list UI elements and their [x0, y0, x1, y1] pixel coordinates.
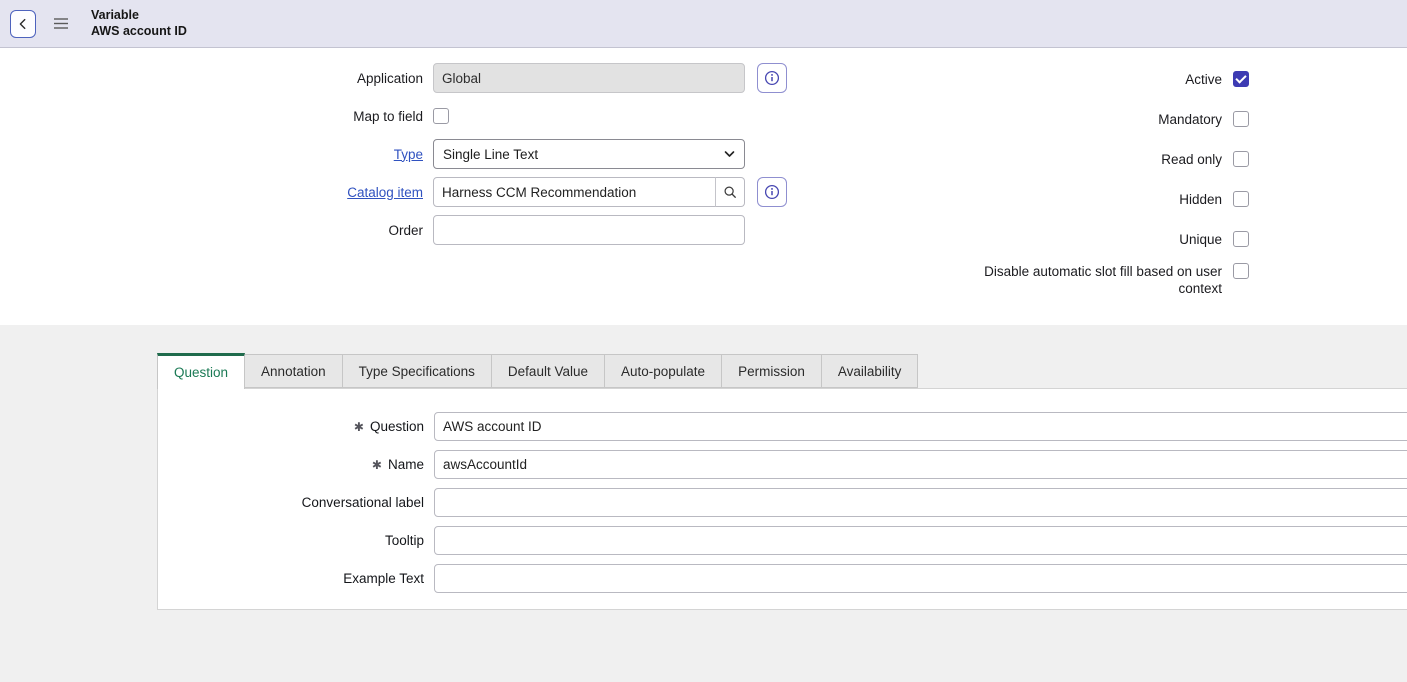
tab-annotation[interactable]: Annotation	[244, 354, 343, 388]
disable-slot-fill-label: Disable automatic slot fill based on use…	[970, 263, 1222, 297]
order-label: Order	[0, 223, 433, 238]
variable-form: Application Map to field Type Single Lin…	[0, 48, 1407, 325]
type-label: Type	[0, 147, 433, 162]
read-only-checkbox[interactable]	[1233, 151, 1249, 167]
tooltip-label: ✱ Tooltip	[158, 533, 434, 548]
question-input[interactable]	[434, 412, 1407, 441]
hidden-checkbox[interactable]	[1233, 191, 1249, 207]
hamburger-menu-icon[interactable]	[53, 17, 69, 30]
name-input[interactable]	[434, 450, 1407, 479]
chevron-down-icon	[724, 150, 735, 158]
active-row: Active	[970, 59, 1249, 99]
mandatory-label: Mandatory	[970, 111, 1222, 128]
mandatory-checkbox[interactable]	[1233, 111, 1249, 127]
info-icon	[764, 70, 780, 86]
header-bar: Variable AWS account ID	[0, 0, 1407, 48]
application-row: Application	[0, 63, 800, 93]
tab-availability[interactable]: Availability	[821, 354, 919, 388]
type-select-value: Single Line Text	[443, 147, 538, 162]
map-to-field-checkbox[interactable]	[433, 108, 449, 124]
tooltip-row: ✱ Tooltip	[158, 526, 1407, 555]
tab-default-value[interactable]: Default Value	[491, 354, 605, 388]
tab-permission[interactable]: Permission	[721, 354, 822, 388]
example-text-row: ✱ Example Text	[158, 564, 1407, 593]
type-label-link[interactable]: Type	[394, 147, 423, 162]
unique-label: Unique	[970, 231, 1222, 248]
type-select[interactable]: Single Line Text	[433, 139, 745, 169]
conversational-label-text: Conversational label	[302, 495, 424, 510]
read-only-label: Read only	[970, 151, 1222, 168]
hidden-row: Hidden	[970, 179, 1249, 219]
order-row: Order	[0, 215, 800, 245]
catalog-item-info-button[interactable]	[757, 177, 787, 207]
name-label: ✱ Name	[158, 457, 434, 472]
mandatory-row: Mandatory	[970, 99, 1249, 139]
application-info-button[interactable]	[757, 63, 787, 93]
tab-auto-populate[interactable]: Auto-populate	[604, 354, 722, 388]
question-label: ✱ Question	[158, 419, 434, 434]
form-flags-column: Active Mandatory Read only Hidden Unique…	[800, 59, 1407, 325]
form-left-column: Application Map to field Type Single Lin…	[0, 63, 800, 325]
tooltip-input[interactable]	[434, 526, 1407, 555]
application-label: Application	[0, 71, 433, 86]
record-name-title: AWS account ID	[91, 24, 187, 40]
tab-question[interactable]: Question	[157, 353, 245, 389]
back-button[interactable]	[10, 10, 36, 38]
unique-row: Unique	[970, 219, 1249, 259]
unique-checkbox[interactable]	[1233, 231, 1249, 247]
chevron-left-icon	[16, 17, 30, 31]
example-text-label-text: Example Text	[343, 571, 424, 586]
catalog-item-row: Catalog item	[0, 177, 800, 207]
question-row: ✱ Question	[158, 412, 1407, 441]
conversational-label-label: ✱ Conversational label	[158, 495, 434, 510]
question-label-text: Question	[370, 419, 424, 434]
name-label-text: Name	[388, 457, 424, 472]
catalog-item-label-link[interactable]: Catalog item	[347, 185, 423, 200]
tooltip-label-text: Tooltip	[385, 533, 424, 548]
example-text-label: ✱ Example Text	[158, 571, 434, 586]
name-row: ✱ Name	[158, 450, 1407, 479]
tabbed-section: Question Annotation Type Specifications …	[0, 325, 1407, 682]
hidden-label: Hidden	[970, 191, 1222, 208]
example-text-input[interactable]	[434, 564, 1407, 593]
search-icon	[723, 185, 737, 199]
catalog-item-lookup-button[interactable]	[715, 177, 745, 207]
tab-type-specifications[interactable]: Type Specifications	[342, 354, 492, 388]
order-input[interactable]	[433, 215, 745, 245]
mandatory-indicator-icon: ✱	[372, 458, 382, 472]
active-label: Active	[970, 71, 1222, 88]
catalog-item-reference-field	[433, 177, 745, 207]
mandatory-indicator-icon: ✱	[354, 420, 364, 434]
catalog-item-input[interactable]	[433, 177, 716, 207]
active-checkbox[interactable]	[1233, 71, 1249, 87]
tab-strip: Question Annotation Type Specifications …	[157, 353, 1407, 388]
application-input	[433, 63, 745, 93]
map-to-field-row: Map to field	[0, 101, 800, 131]
map-to-field-label: Map to field	[0, 109, 433, 124]
disable-slot-fill-row: Disable automatic slot fill based on use…	[970, 259, 1249, 299]
question-tab-panel: ✱ Question ✱ Name ✱ Conversational label…	[157, 388, 1407, 610]
conversational-label-row: ✱ Conversational label	[158, 488, 1407, 517]
disable-slot-fill-checkbox[interactable]	[1233, 263, 1249, 279]
record-type-title: Variable	[91, 8, 187, 24]
read-only-row: Read only	[970, 139, 1249, 179]
info-icon	[764, 184, 780, 200]
catalog-item-label: Catalog item	[0, 185, 433, 200]
conversational-label-input[interactable]	[434, 488, 1407, 517]
type-row: Type Single Line Text	[0, 139, 800, 169]
page-title: Variable AWS account ID	[91, 8, 187, 39]
